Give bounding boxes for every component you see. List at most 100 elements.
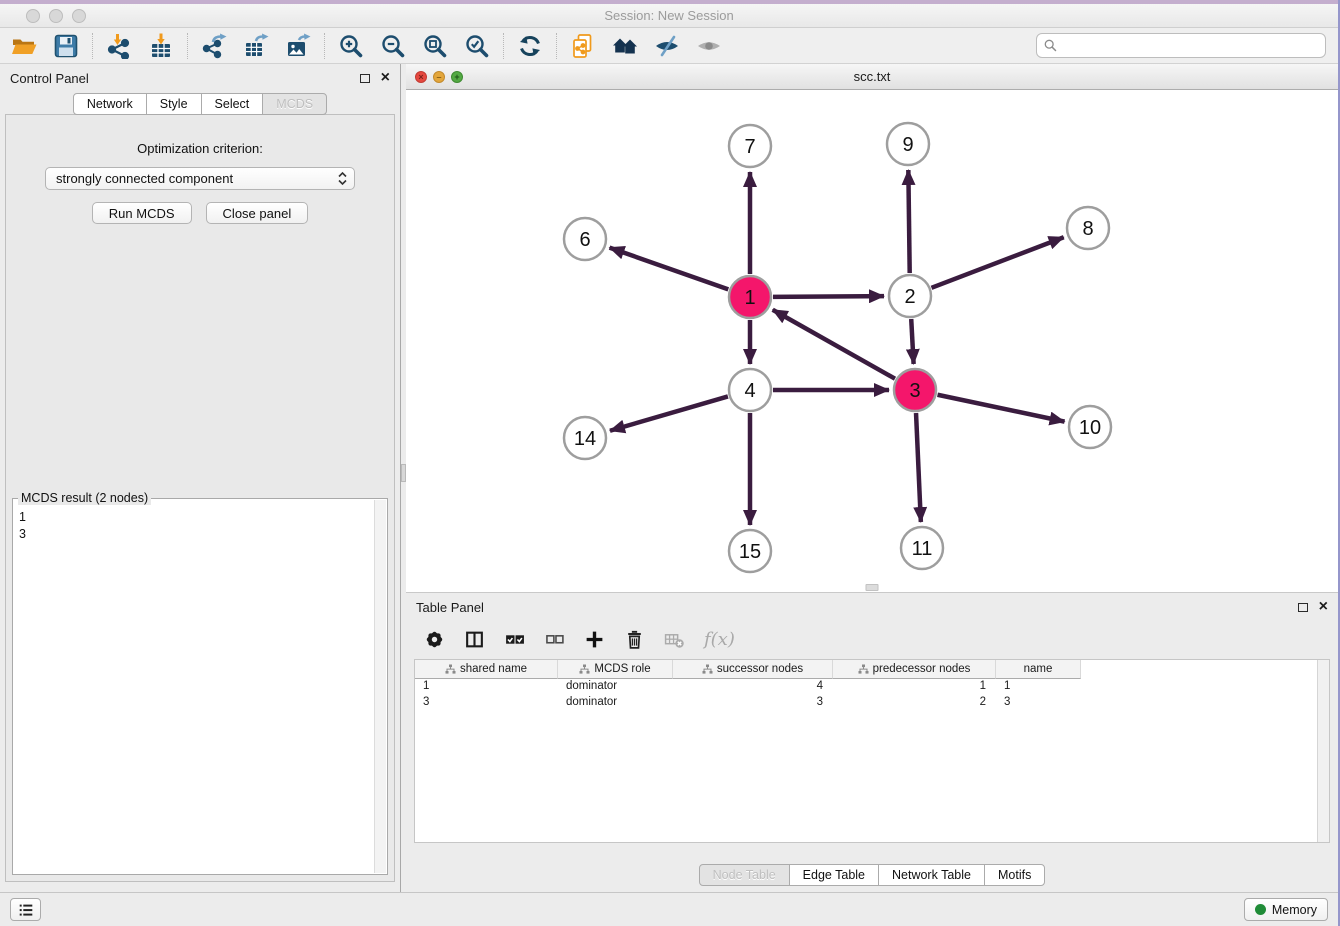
graph-edge-2-3[interactable] <box>911 319 913 364</box>
minimize-window-icon[interactable] <box>49 9 63 23</box>
new-network-from-selection-button[interactable] <box>569 32 597 60</box>
toolbar-separator <box>187 33 188 59</box>
tab-mcds[interactable]: MCDS <box>262 93 327 115</box>
optimization-criterion-label: Optimization criterion: <box>6 141 394 156</box>
hide-selected-button[interactable] <box>653 32 681 60</box>
zoom-in-button[interactable] <box>337 32 365 60</box>
network-window-titlebar[interactable]: × – + scc.txt <box>406 64 1338 90</box>
graph-edge-3-1[interactable] <box>773 310 895 379</box>
graph-node-label-6: 6 <box>579 229 590 251</box>
table-tabs: Node TableEdge TableNetwork TableMotifs <box>699 864 1046 886</box>
graph-edge-3-11[interactable] <box>916 413 921 522</box>
window-titlebar[interactable]: Session: New Session <box>0 4 1338 28</box>
table-row[interactable]: 1dominator411 <box>415 679 1329 695</box>
main-area: Control Panel × NetworkStyleSelectMCDS O… <box>0 64 1338 892</box>
float-panel-icon[interactable] <box>360 74 370 83</box>
import-network-button[interactable] <box>105 32 133 60</box>
deselect-all-button[interactable] <box>544 629 565 650</box>
export-image-button[interactable] <box>284 32 312 60</box>
first-neighbors-button[interactable] <box>611 32 639 60</box>
task-history-button[interactable] <box>10 898 41 921</box>
memory-button[interactable]: Memory <box>1244 898 1328 921</box>
function-builder-button: f(x) <box>704 629 735 650</box>
table-cell[interactable]: 1 <box>415 679 558 695</box>
network-canvas[interactable]: 7968124314101511 <box>406 90 1338 592</box>
search-box[interactable] <box>1036 33 1326 58</box>
graph-edge-1-6[interactable] <box>610 248 729 290</box>
table-options-button[interactable] <box>424 629 445 650</box>
graph-edge-2-9[interactable] <box>908 170 909 273</box>
graph-edge-3-10[interactable] <box>938 395 1065 422</box>
column-header-shared-name[interactable]: shared name <box>415 660 558 679</box>
column-header-name[interactable]: name <box>996 660 1081 679</box>
tab-motifs[interactable]: Motifs <box>984 864 1045 886</box>
network-close-icon[interactable]: × <box>415 71 427 83</box>
workspace-column: × – + scc.txt 7968124314101511 Table Pan… <box>406 64 1338 892</box>
graph-edge-4-14[interactable] <box>610 396 728 430</box>
graph-edge-2-8[interactable] <box>931 237 1063 288</box>
table-row[interactable]: 3dominator323 <box>415 695 1329 711</box>
network-minimize-icon[interactable]: – <box>433 71 445 83</box>
graph-node-label-2: 2 <box>904 286 915 308</box>
zoom-window-icon[interactable] <box>72 9 86 23</box>
delete-column-button[interactable] <box>624 629 645 650</box>
column-header-successor-nodes[interactable]: successor nodes <box>673 660 833 679</box>
canvas-resize-grip[interactable] <box>866 584 879 591</box>
close-table-panel-icon[interactable]: × <box>1319 599 1328 615</box>
graph-edge-1-2[interactable] <box>773 296 884 297</box>
close-panel-button[interactable]: Close panel <box>206 202 309 224</box>
zoom-fit-button[interactable] <box>421 32 449 60</box>
table-cell[interactable]: dominator <box>558 679 673 695</box>
table-cell[interactable]: 3 <box>996 695 1081 711</box>
tab-node-table[interactable]: Node Table <box>699 864 790 886</box>
export-network-button[interactable] <box>200 32 228 60</box>
export-table-button[interactable] <box>242 32 270 60</box>
search-input[interactable] <box>1062 39 1318 53</box>
import-table-button[interactable] <box>147 32 175 60</box>
save-session-button[interactable] <box>52 32 80 60</box>
float-table-panel-icon[interactable] <box>1298 603 1308 612</box>
network-window-controls: × – + <box>415 71 463 83</box>
toolbar-group <box>200 32 312 60</box>
graph-node-label-14: 14 <box>574 428 596 450</box>
run-mcds-button[interactable]: Run MCDS <box>92 202 192 224</box>
open-session-button[interactable] <box>10 32 38 60</box>
toolbar-group <box>569 32 723 60</box>
network-maximize-icon[interactable]: + <box>451 71 463 83</box>
table-cell[interactable]: 3 <box>415 695 558 711</box>
tab-select[interactable]: Select <box>201 93 264 115</box>
criterion-select[interactable]: strongly connected component <box>45 167 355 190</box>
table-cell[interactable]: 1 <box>996 679 1081 695</box>
apply-layout-button[interactable] <box>516 32 544 60</box>
zoom-selected-button[interactable] <box>463 32 491 60</box>
table-panel-header: Table Panel × <box>406 593 1338 619</box>
zoom-out-button[interactable] <box>379 32 407 60</box>
graph-node-label-1: 1 <box>744 287 755 309</box>
create-column-button[interactable] <box>584 629 605 650</box>
column-hierarchy-icon <box>858 664 869 675</box>
toolbar-separator <box>556 33 557 59</box>
tab-edge-table[interactable]: Edge Table <box>789 864 879 886</box>
table-cell[interactable]: 3 <box>673 695 833 711</box>
close-window-icon[interactable] <box>26 9 40 23</box>
column-header-mcds-role[interactable]: MCDS role <box>558 660 673 679</box>
close-panel-icon[interactable]: × <box>381 70 390 86</box>
node-table: shared nameMCDS rolesuccessor nodes prede… <box>414 659 1330 843</box>
graph-node-label-9: 9 <box>902 134 913 156</box>
table-cell[interactable]: 2 <box>833 695 996 711</box>
tab-network[interactable]: Network <box>73 93 147 115</box>
tab-style[interactable]: Style <box>146 93 202 115</box>
network-window-title: scc.txt <box>854 69 891 84</box>
graph-node-label-4: 4 <box>744 380 755 402</box>
table-scrollbar[interactable] <box>1317 660 1329 842</box>
table-cell[interactable]: dominator <box>558 695 673 711</box>
column-header-predecessor-nodes[interactable]: predecessor nodes <box>833 660 996 679</box>
select-all-button[interactable] <box>504 629 525 650</box>
table-cell[interactable]: 1 <box>833 679 996 695</box>
tab-network-table[interactable]: Network Table <box>878 864 985 886</box>
show-columns-button[interactable] <box>464 629 485 650</box>
result-scrollbar[interactable] <box>374 500 386 873</box>
column-header-label: predecessor nodes <box>873 663 971 675</box>
table-cell[interactable]: 4 <box>673 679 833 695</box>
graph-node-label-8: 8 <box>1082 218 1093 240</box>
